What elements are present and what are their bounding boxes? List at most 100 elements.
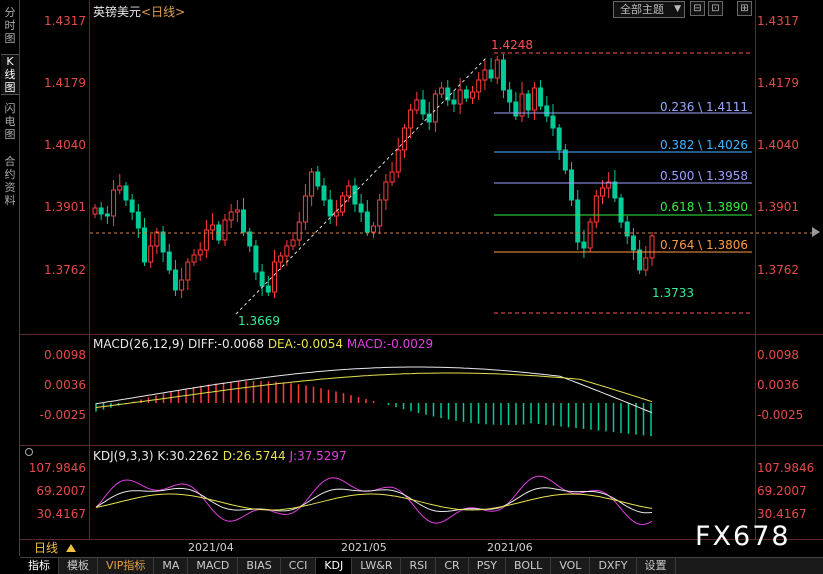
candle-body [593, 195, 599, 223]
tab-settings[interactable]: 设置 [637, 558, 676, 574]
candle-body [333, 211, 339, 217]
tab-indicators[interactable]: 指标 [20, 558, 59, 574]
candle-body [191, 254, 197, 263]
candle-body [383, 181, 389, 201]
tab-boll[interactable]: BOLL [506, 558, 552, 574]
candle-body [154, 231, 160, 247]
candle-body [624, 221, 630, 237]
period-select[interactable]: 日线 [20, 541, 78, 556]
price-candles [92, 54, 655, 298]
tab-vol[interactable]: VOL [551, 558, 591, 574]
candle-body [643, 257, 649, 271]
candle-body [228, 211, 234, 221]
tab-vip-indicators[interactable]: VIP指标 [98, 558, 155, 574]
candle-body [630, 235, 636, 251]
candle-body [439, 87, 445, 95]
candle-body [494, 59, 500, 79]
candle-body [253, 245, 259, 273]
candle-body [457, 89, 463, 105]
fib-label-0618: 0.618 \ 1.3890 [660, 200, 748, 214]
candle-body [488, 69, 494, 79]
tab-dxfy[interactable]: DXFY [590, 558, 637, 574]
candle-body [377, 199, 383, 227]
fib-label-0500: 0.500 \ 1.3958 [660, 169, 748, 183]
tab-cci[interactable]: CCI [281, 558, 317, 574]
candle-body [340, 195, 346, 213]
candle-body [98, 207, 104, 215]
candle-body [513, 101, 519, 117]
candle-body [166, 251, 172, 271]
candle-body [222, 219, 228, 241]
candle-body [123, 185, 129, 201]
x-axis-label-2: 2021/05 [341, 541, 387, 554]
candle-body [302, 195, 308, 223]
candle-body [172, 269, 178, 291]
candle-body [309, 171, 315, 197]
candle-body [401, 127, 407, 151]
candle-body [414, 99, 420, 111]
tab-ma[interactable]: MA [154, 558, 189, 574]
candle-body [432, 93, 438, 123]
candle-body [346, 185, 352, 197]
chart-canvas: 1.4248 1.3669 1.3733 0.236 \ 1.4111 0.38… [20, 0, 823, 540]
candle-body [420, 99, 426, 115]
candle-body [185, 261, 191, 281]
x-axis-label-3: 2021/06 [487, 541, 533, 554]
candle-body [197, 249, 203, 256]
candle-body [92, 207, 98, 215]
low-right-label: 1.3733 [652, 286, 694, 300]
candle-body [569, 169, 575, 201]
candle-body [637, 249, 643, 271]
candle-body [210, 224, 216, 231]
tab-bias[interactable]: BIAS [238, 558, 281, 574]
current-price-marker-icon [812, 227, 820, 237]
kdj-d-line [95, 493, 653, 511]
period-select-value: 日线 [34, 541, 59, 555]
candle-body [241, 209, 247, 233]
fib-label-0382: 0.382 \ 1.4026 [660, 138, 748, 152]
candle-body [500, 59, 506, 91]
price-overlay [90, 52, 812, 315]
candle-body [408, 109, 414, 129]
tab-rsi[interactable]: RSI [401, 558, 437, 574]
candle-body [525, 93, 531, 111]
candle-body [315, 171, 321, 187]
candle-body [538, 87, 544, 107]
x-axis-label-1: 2021/04 [188, 541, 234, 554]
candle-body [463, 89, 469, 99]
candle-body [364, 211, 370, 233]
kdj-k-line [95, 487, 653, 514]
candle-body [321, 185, 327, 201]
candle-body [612, 181, 618, 199]
tab-templates[interactable]: 模板 [59, 558, 98, 574]
candle-body [129, 199, 135, 213]
high-label: 1.4248 [491, 38, 533, 52]
tab-psy[interactable]: PSY [469, 558, 507, 574]
kdj-pane [95, 475, 653, 526]
candle-body [117, 185, 123, 191]
candle-body [148, 245, 154, 263]
candle-body [290, 239, 296, 247]
tab-lwr[interactable]: LW&R [352, 558, 402, 574]
kdj-j-line [95, 475, 653, 526]
candle-body [265, 285, 271, 293]
candle-body [482, 69, 488, 81]
candle-body [556, 127, 562, 151]
candle-body [451, 99, 457, 105]
fx678-watermark: FX678 [695, 521, 791, 552]
candle-body [389, 171, 395, 183]
low-left-label: 1.3669 [238, 314, 280, 328]
tab-macd[interactable]: MACD [188, 558, 239, 574]
candle-body [284, 245, 290, 257]
tab-cr[interactable]: CR [436, 558, 469, 574]
candle-body [296, 221, 302, 241]
candle-body [358, 203, 364, 213]
candle-body [550, 115, 556, 129]
macd-pane [95, 366, 653, 437]
candle-body [135, 211, 141, 229]
candle-body [160, 231, 166, 253]
candle-body [104, 213, 110, 217]
indicator-tab-bar: 指标 模板 VIP指标 MA MACD BIAS CCI KDJ LW&R RS… [20, 557, 823, 574]
candle-body [470, 91, 476, 99]
tab-kdj[interactable]: KDJ [316, 558, 353, 574]
